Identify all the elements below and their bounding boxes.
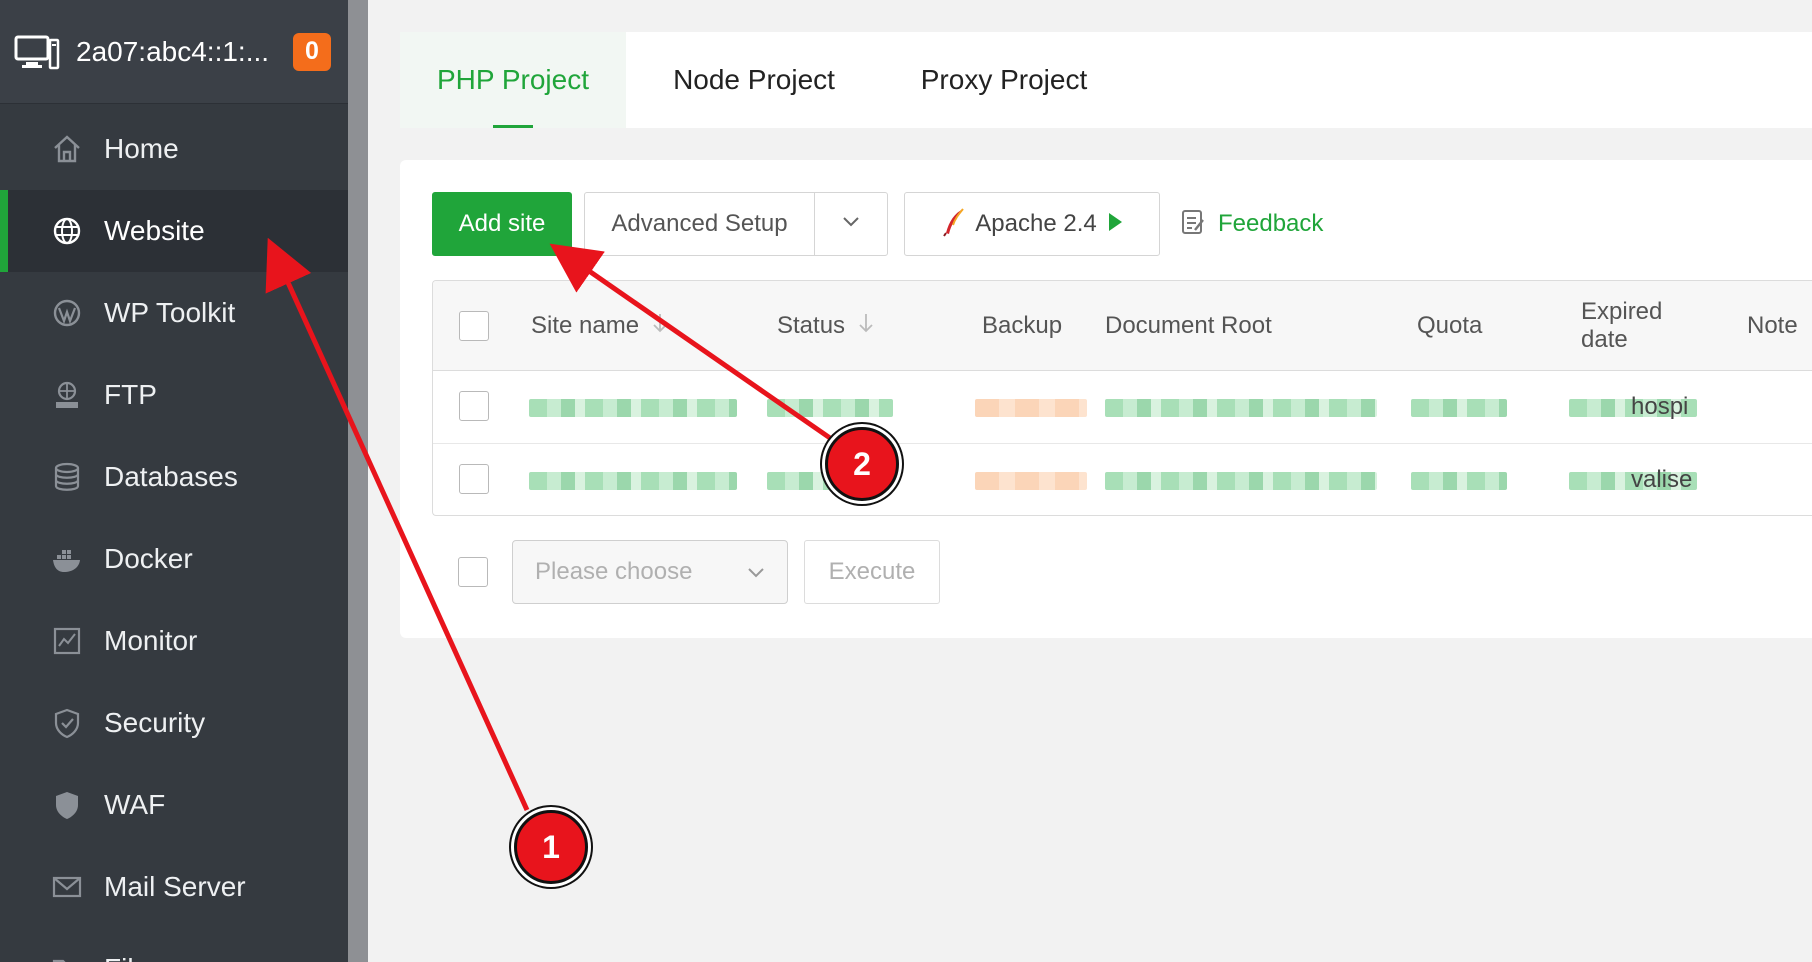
sidebar-scrollbar[interactable]: [348, 0, 368, 962]
sidebar-item-mail-server[interactable]: Mail Server: [0, 846, 348, 928]
sidebar-item-label: WAF: [104, 789, 166, 820]
column-status[interactable]: Status: [777, 281, 873, 371]
chevron-down-icon: [842, 215, 860, 233]
tab-php-project[interactable]: PHP Project: [400, 32, 626, 128]
column-document-root: Document Root: [1105, 312, 1272, 339]
column-label: Status: [777, 312, 846, 339]
column-site-name[interactable]: Site name: [531, 281, 667, 371]
home-icon: [50, 132, 84, 166]
feedback-edit-icon: [1180, 208, 1206, 241]
row-checkbox[interactable]: [459, 391, 489, 421]
row-checkbox[interactable]: [459, 464, 489, 494]
sidebar-item-security[interactable]: Security: [0, 682, 348, 764]
sidebar-item-label: Website: [104, 215, 205, 246]
chevron-down-icon: [747, 558, 765, 586]
sidebar-nav: Home Website WP Toolkit FTP Databases Do…: [0, 104, 348, 962]
batch-select-checkbox[interactable]: [458, 557, 488, 587]
column-note: Note: [1747, 312, 1798, 339]
waf-shield-icon: [50, 788, 84, 822]
sidebar-item-monitor[interactable]: Monitor: [0, 600, 348, 682]
shield-icon: [50, 706, 84, 740]
sidebar-item-label: Mail Server: [104, 871, 246, 902]
advanced-setup-dropdown: Advanced Setup: [584, 192, 888, 256]
sites-panel: Add site Advanced Setup Apache 2.4 Feedb…: [400, 160, 1812, 638]
sidebar-item-website[interactable]: Website: [0, 190, 348, 272]
table-row: valise: [433, 443, 1812, 515]
backup-redacted[interactable]: [975, 399, 1087, 417]
tab-proxy-project[interactable]: Proxy Project: [882, 32, 1126, 128]
feedback-link[interactable]: Feedback: [1180, 208, 1323, 241]
folder-icon: [50, 952, 84, 962]
column-label: Site name: [531, 312, 640, 339]
document-root-redacted[interactable]: [1105, 472, 1377, 490]
sites-table: Site name Status Backup Document Root Qu…: [432, 280, 1812, 516]
mail-icon: [50, 870, 84, 904]
sidebar-item-label: Docker: [104, 543, 193, 574]
apache-status-button[interactable]: Apache 2.4: [904, 192, 1160, 256]
sidebar-item-databases[interactable]: Databases: [0, 436, 348, 518]
wordpress-icon: [50, 296, 84, 330]
sidebar-item-label: Home: [104, 133, 179, 164]
column-expired-date[interactable]: Expired date: [1581, 281, 1681, 371]
sort-arrow-icon: [653, 312, 667, 340]
batch-actions: Please choose Execute: [432, 540, 940, 604]
sidebar-header: 2a07:abc4::1:... 0: [0, 0, 348, 104]
status-redacted[interactable]: [767, 399, 893, 417]
column-quota: Quota: [1417, 312, 1483, 339]
batch-operation-select[interactable]: Please choose: [512, 540, 788, 604]
note-cell[interactable]: hospi: [1631, 371, 1688, 443]
notification-badge[interactable]: 0: [293, 32, 331, 71]
tab-node-project[interactable]: Node Project: [626, 32, 882, 128]
sidebar-item-waf[interactable]: WAF: [0, 764, 348, 846]
sidebar-item-home[interactable]: Home: [0, 108, 348, 190]
server-monitor-icon: [14, 34, 60, 70]
monitor-chart-icon: [50, 624, 84, 658]
sidebar-item-label: WP Toolkit: [104, 297, 236, 328]
project-tabs: PHP Project Node Project Proxy Project: [400, 32, 1812, 128]
table-header: Site name Status Backup Document Root Qu…: [433, 281, 1812, 371]
note-cell[interactable]: valise: [1631, 444, 1692, 515]
execute-button[interactable]: Execute: [804, 540, 940, 604]
sidebar-item-label: FTP: [104, 379, 157, 410]
document-root-redacted[interactable]: [1105, 399, 1377, 417]
backup-redacted[interactable]: [975, 472, 1087, 490]
quota-redacted[interactable]: [1411, 472, 1507, 490]
advanced-setup-toggle[interactable]: [815, 193, 887, 255]
sidebar-item-files[interactable]: Files: [0, 928, 348, 962]
site-name-redacted[interactable]: [529, 472, 737, 490]
feedback-label: Feedback: [1218, 210, 1324, 237]
apache-feather-icon: [941, 207, 967, 242]
add-site-button[interactable]: Add site: [432, 192, 572, 256]
globe-icon: [50, 214, 84, 248]
column-backup: Backup: [982, 312, 1063, 339]
sidebar: 2a07:abc4::1:... 0 Home Website WP Toolk…: [0, 0, 348, 962]
apache-label: Apache 2.4: [975, 210, 1097, 237]
ftp-icon: [50, 378, 84, 412]
table-row: hospi: [433, 371, 1812, 443]
step-1-marker: 1: [514, 810, 588, 884]
status-redacted[interactable]: [767, 472, 893, 490]
sidebar-item-ftp[interactable]: FTP: [0, 354, 348, 436]
sidebar-item-label: Databases: [104, 461, 238, 492]
sidebar-item-label: Monitor: [104, 625, 198, 656]
database-icon: [50, 460, 84, 494]
play-icon: [1107, 212, 1123, 237]
sidebar-item-label: Files: [104, 953, 163, 962]
sidebar-item-label: Security: [104, 707, 206, 738]
toolbar: Add site Advanced Setup Apache 2.4 Feedb…: [432, 192, 1323, 256]
server-name[interactable]: 2a07:abc4::1:...: [76, 36, 281, 68]
site-name-redacted[interactable]: [529, 399, 737, 417]
advanced-setup-button[interactable]: Advanced Setup: [585, 193, 815, 255]
sidebar-item-docker[interactable]: Docker: [0, 518, 348, 600]
sidebar-item-wp-toolkit[interactable]: WP Toolkit: [0, 272, 348, 354]
docker-icon: [50, 542, 84, 576]
sort-arrow-icon: [859, 312, 873, 340]
quota-redacted[interactable]: [1411, 399, 1507, 417]
select-placeholder: Please choose: [535, 558, 693, 585]
select-all-checkbox[interactable]: [459, 311, 489, 341]
